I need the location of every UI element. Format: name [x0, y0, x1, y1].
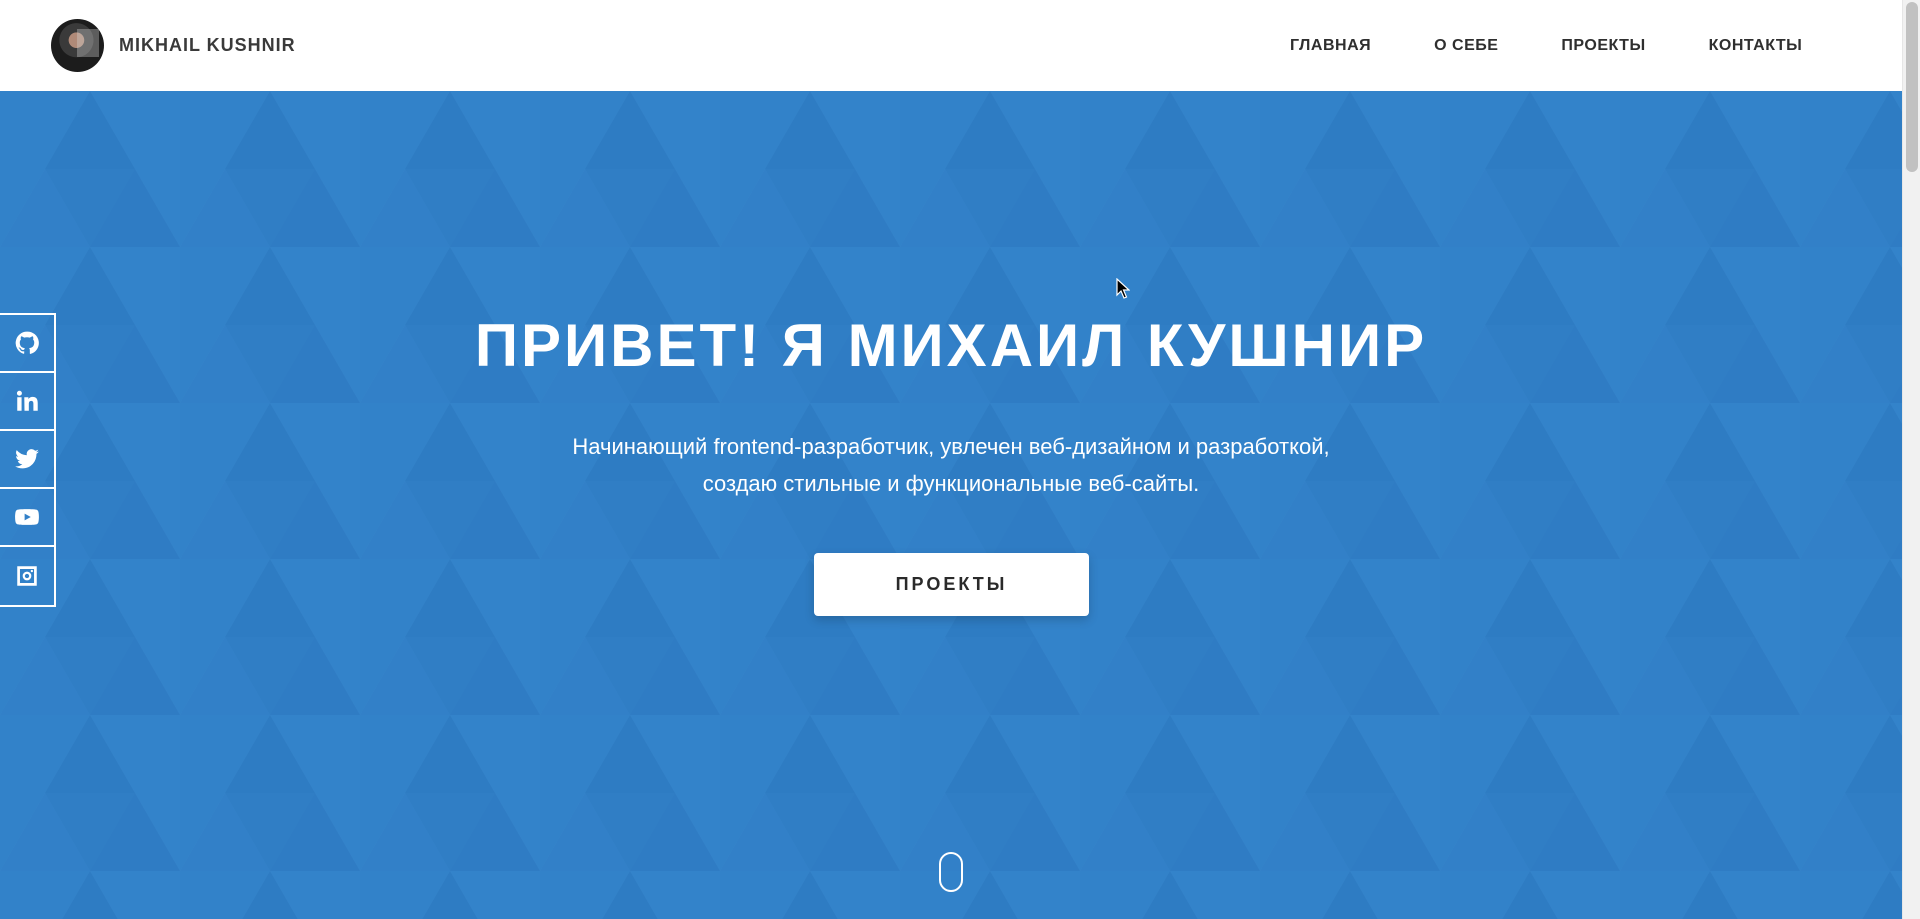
main-nav: ГЛАВНАЯ О СЕБЕ ПРОЕКТЫ КОНТАКТЫ — [1290, 0, 1802, 91]
instagram-icon — [17, 566, 37, 586]
github-icon — [15, 331, 39, 354]
mouse-scroll-icon[interactable] — [939, 852, 963, 892]
hero-description-line-2: создаю стильные и функциональные веб-сай… — [702, 471, 1200, 496]
nav-item-projects[interactable]: ПРОЕКТЫ — [1561, 37, 1645, 55]
hero-title: ПРИВЕТ! Я МИХАИЛ КУШНИР — [474, 312, 1428, 379]
youtube-icon — [15, 509, 39, 525]
social-link-github[interactable] — [0, 315, 54, 373]
site-header: MIKHAIL KUSHNIR ГЛАВНАЯ О СЕБЕ ПРОЕКТЫ К… — [0, 0, 1902, 91]
hero-section: ПРИВЕТ! Я МИХАИЛ КУШНИР Начинающий front… — [0, 91, 1902, 919]
social-sidebar — [0, 313, 56, 607]
social-link-twitter[interactable] — [0, 431, 54, 489]
nav-item-contacts[interactable]: КОНТАКТЫ — [1709, 37, 1803, 55]
social-link-youtube[interactable] — [0, 489, 54, 547]
brand-name: MIKHAIL KUSHNIR — [119, 35, 296, 55]
page-scrollbar[interactable] — [1902, 0, 1920, 919]
social-link-instagram[interactable] — [0, 547, 54, 605]
page: MIKHAIL KUSHNIR ГЛАВНАЯ О СЕБЕ ПРОЕКТЫ К… — [0, 0, 1920, 919]
nav-item-home[interactable]: ГЛАВНАЯ — [1290, 37, 1371, 55]
hero-description: Начинающий frontend-разработчик, увлечен… — [0, 428, 1902, 502]
social-link-linkedin[interactable] — [0, 373, 54, 431]
triangle-pattern-background — [0, 91, 1902, 919]
avatar — [51, 19, 104, 72]
nav-item-about[interactable]: О СЕБЕ — [1434, 37, 1498, 55]
scrollbar-thumb[interactable] — [1906, 2, 1918, 172]
mouse-pointer-icon — [1116, 278, 1130, 299]
brand-link[interactable]: MIKHAIL KUSHNIR — [51, 19, 296, 72]
linkedin-icon — [16, 390, 38, 411]
twitter-icon — [15, 449, 39, 469]
projects-button[interactable]: ПРОЕКТЫ — [814, 553, 1089, 616]
hero-description-line-1: Начинающий frontend-разработчик, увлечен… — [572, 434, 1330, 459]
